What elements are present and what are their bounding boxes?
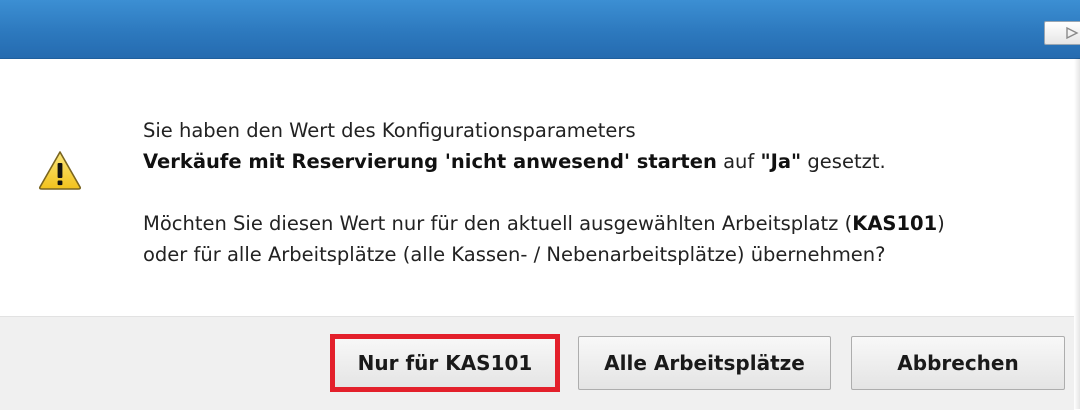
message-line-2: Verkäufe mit Reservierung 'nicht anwesen… (143, 146, 1053, 177)
on-word: auf (723, 150, 755, 173)
question-line-2: oder für alle Arbeitsplätze (alle Kassen… (143, 243, 886, 266)
warning-icon (38, 151, 82, 190)
set-word: gesetzt. (807, 150, 886, 173)
titlebar-button-icon (1066, 26, 1079, 40)
parameter-name: Verkäufe mit Reservierung 'nicht anwesen… (143, 150, 717, 173)
cancel-button[interactable]: Abbrechen (851, 336, 1065, 390)
message-line-1: Sie haben den Wert des Konfigurationspar… (143, 119, 636, 142)
dialog-titlebar (0, 0, 1080, 59)
question-line-1: Möchten Sie diesen Wert nur für den aktu… (143, 212, 945, 235)
dialog-message: Sie haben den Wert des Konfigurationspar… (143, 115, 1053, 270)
titlebar-button[interactable] (1044, 21, 1080, 45)
all-workstations-button[interactable]: Alle Arbeitsplätze (578, 336, 831, 390)
dialog-shadow (1074, 58, 1080, 409)
workstation-name: KAS101 (852, 212, 938, 235)
parameter-value: "Ja" (760, 150, 802, 173)
only-workstation-button[interactable]: Nur für KAS101 (332, 336, 558, 390)
